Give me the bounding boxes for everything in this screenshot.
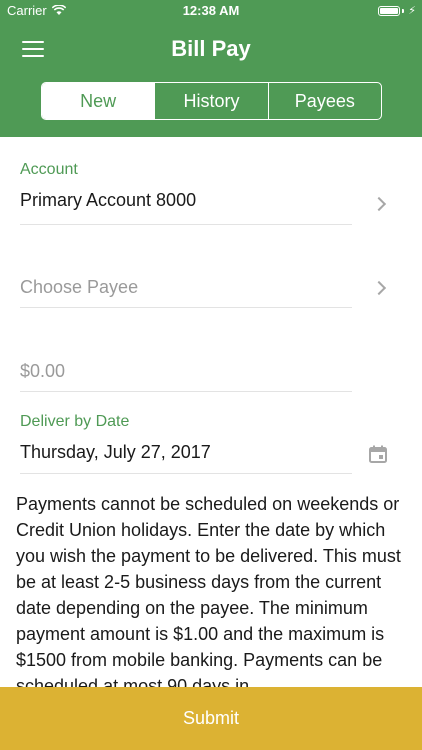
chevron-right-icon[interactable] — [371, 196, 387, 212]
amount-placeholder: $0.00 — [20, 361, 66, 381]
deliver-date-selector[interactable]: Deliver by Date Thursday, July 27, 2017 — [20, 413, 387, 474]
page-title: Bill Pay — [171, 36, 251, 61]
app-header: Carrier 12:38 AM ⚡︎ Bill Pay New History… — [0, 0, 422, 137]
battery-indicator: ⚡︎ — [378, 4, 416, 17]
chevron-right-icon[interactable] — [371, 280, 387, 296]
tab-history[interactable]: History — [154, 83, 267, 119]
deliver-date-value: Thursday, July 27, 2017 — [20, 442, 211, 462]
amount-input[interactable]: $0.00 — [20, 361, 352, 392]
tab-control: New History Payees — [41, 82, 382, 120]
battery-icon — [378, 5, 401, 16]
account-selector[interactable]: Account Primary Account 8000 — [20, 161, 387, 225]
submit-button[interactable]: Submit — [0, 687, 422, 750]
payee-placeholder: Choose Payee — [20, 277, 139, 297]
clock: 12:38 AM — [182, 3, 240, 18]
account-label: Account — [20, 161, 78, 178]
tab-new[interactable]: New — [42, 83, 155, 119]
status-bar: Carrier 12:38 AM ⚡︎ — [0, 0, 422, 22]
payment-info-text: Payments cannot be scheduled on weekends… — [16, 494, 401, 687]
bill-pay-form: Account Primary Account 8000 Choose Paye… — [0, 137, 422, 687]
calendar-icon[interactable] — [369, 445, 387, 463]
charging-bolt-icon: ⚡︎ — [408, 5, 416, 17]
tab-payees[interactable]: Payees — [267, 83, 381, 119]
account-value: Primary Account 8000 — [20, 190, 197, 210]
deliver-date-label: Deliver by Date — [20, 413, 130, 430]
payee-selector[interactable]: Choose Payee — [20, 277, 387, 308]
